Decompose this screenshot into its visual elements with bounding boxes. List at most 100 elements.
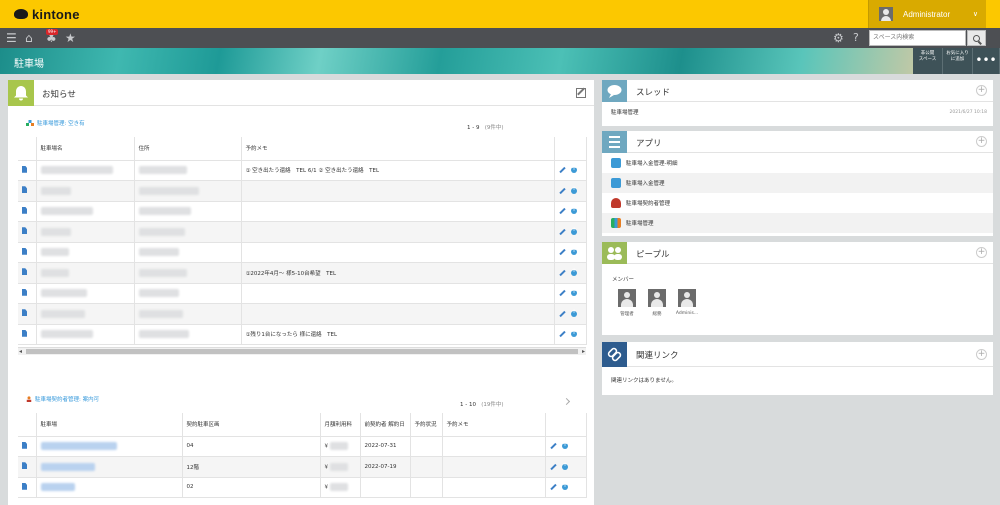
edit-icon[interactable] <box>549 463 557 470</box>
table-row[interactable] <box>18 201 587 222</box>
edit-icon[interactable] <box>558 207 566 215</box>
record-detail-icon[interactable] <box>22 268 27 276</box>
column-header[interactable]: 前契約者 解約日 <box>360 413 411 437</box>
app-item[interactable]: 駐車場管理 <box>602 213 993 233</box>
edit-icon[interactable] <box>558 289 566 297</box>
pager-range: 1 - 10 <box>460 402 476 408</box>
record-detail-icon[interactable] <box>22 247 27 255</box>
record-detail-icon[interactable] <box>22 309 27 317</box>
edit-icon[interactable] <box>576 88 586 98</box>
record-detail-icon[interactable] <box>22 288 27 296</box>
horizontal-scrollbar[interactable]: ◂ ▸ <box>18 347 586 355</box>
member-avatar[interactable]: 総務 <box>642 289 672 317</box>
home-icon[interactable]: ⌂ <box>25 31 33 45</box>
add-circle-icon[interactable] <box>570 226 577 235</box>
add-circle-icon[interactable] <box>570 165 577 173</box>
record-detail-icon[interactable] <box>22 186 27 194</box>
cell-parking-name <box>36 221 135 243</box>
column-header[interactable]: 駐車場名 <box>36 137 135 161</box>
edit-icon[interactable] <box>558 269 566 276</box>
related-links-empty: 関連リンクはありません。 <box>602 367 993 393</box>
table-row[interactable] <box>18 180 587 202</box>
add-icon[interactable]: + <box>976 247 987 258</box>
add-icon[interactable]: + <box>976 85 987 96</box>
redacted-link[interactable] <box>40 462 95 471</box>
add-icon[interactable]: + <box>976 349 987 360</box>
edit-icon[interactable] <box>549 483 557 491</box>
record-detail-icon[interactable] <box>22 329 27 337</box>
scroll-right-icon[interactable]: ▸ <box>582 348 585 355</box>
add-icon[interactable]: + <box>976 136 987 147</box>
record-detail-icon[interactable] <box>22 482 27 490</box>
kintone-logo[interactable]: kintone <box>14 6 80 22</box>
add-circle-icon[interactable] <box>570 247 577 255</box>
table-row[interactable]: ① 空き出たう還絡 TEL 6/1 ② 空き出たう還絡 TEL <box>18 160 587 181</box>
table-row[interactable]: 02 ¥ <box>18 477 587 498</box>
app-item[interactable]: 駐車場入金管理 <box>602 173 993 193</box>
add-favorite-button[interactable]: お気に入り に追加 <box>943 48 973 74</box>
add-circle-icon[interactable] <box>570 185 577 194</box>
record-detail-icon[interactable] <box>22 441 27 449</box>
app-item[interactable]: 駐車場契約者管理 <box>602 193 993 213</box>
menu-icon[interactable]: ☰ <box>6 31 17 45</box>
record-detail-icon[interactable] <box>22 206 27 214</box>
search-button[interactable] <box>967 30 986 46</box>
edit-icon[interactable] <box>558 330 566 338</box>
column-header[interactable]: 月額利用料 <box>320 413 361 437</box>
app-list-link-parking[interactable]: 駐車場管理: 空き有 <box>26 119 85 127</box>
member-avatar[interactable]: 管理者 <box>612 289 642 317</box>
add-circle-icon[interactable] <box>570 267 577 276</box>
scroll-thumb[interactable] <box>26 349 578 354</box>
logo-text: kintone <box>32 6 80 22</box>
add-circle-icon[interactable] <box>561 461 568 470</box>
scroll-left-icon[interactable]: ◂ <box>19 348 22 355</box>
app-list-link-contracts[interactable]: 駐車場契約者管理: 案内可 <box>26 395 99 403</box>
table-row[interactable]: ①2022年4月～ 様5-10台希望 TEL <box>18 262 587 284</box>
table-row[interactable] <box>18 283 587 304</box>
add-circle-icon[interactable] <box>570 206 577 214</box>
table-row[interactable] <box>18 242 587 263</box>
app-item[interactable]: 駐車場入金管理-明細 <box>602 153 993 173</box>
record-detail-icon[interactable] <box>22 227 27 235</box>
edit-icon[interactable] <box>558 166 566 174</box>
column-header[interactable]: 契約駐車区画 <box>182 413 321 437</box>
cell-parking[interactable] <box>36 456 183 478</box>
redacted-link[interactable] <box>40 483 75 492</box>
add-circle-icon[interactable] <box>570 288 577 296</box>
table-row[interactable]: 12階 ¥ 2022-07-19 <box>18 456 587 478</box>
add-circle-icon[interactable] <box>570 308 577 317</box>
column-header[interactable]: 予約メモ <box>442 413 546 437</box>
edit-icon[interactable] <box>558 248 566 256</box>
edit-icon[interactable] <box>558 310 566 317</box>
column-header[interactable]: 住所 <box>134 137 242 161</box>
help-icon[interactable]: ? <box>853 31 859 45</box>
column-header[interactable]: 駐車場 <box>36 413 183 437</box>
user-menu[interactable]: Administrator ∨ <box>868 0 986 28</box>
thread-item[interactable]: 駐車場管理 2021/6/27 10:18 <box>602 102 993 122</box>
private-space-button[interactable]: 非公開 スペース <box>913 48 943 74</box>
add-circle-icon[interactable] <box>561 482 568 490</box>
table-row[interactable]: ①残り1台になったら 様に還絡 TEL <box>18 324 587 345</box>
table-row[interactable] <box>18 221 587 243</box>
cell-parking[interactable] <box>36 477 183 498</box>
add-circle-icon[interactable] <box>561 441 568 449</box>
edit-icon[interactable] <box>558 187 566 194</box>
space-search-input[interactable] <box>869 30 966 46</box>
gear-icon[interactable]: ⚙ <box>833 31 844 45</box>
redacted-link[interactable] <box>40 442 117 451</box>
add-circle-icon[interactable] <box>570 329 577 337</box>
record-detail-icon[interactable] <box>22 462 27 470</box>
next-page-icon[interactable] <box>562 397 571 406</box>
thread-item-label[interactable]: 駐車場管理 <box>611 108 639 116</box>
member-avatar[interactable]: Adminis... <box>672 289 702 316</box>
more-options-button[interactable]: ••• <box>973 48 1000 74</box>
edit-icon[interactable] <box>558 228 566 235</box>
table-row[interactable] <box>18 303 587 325</box>
column-header[interactable]: 予約状況 <box>410 413 443 437</box>
edit-icon[interactable] <box>549 442 557 450</box>
star-icon[interactable]: ★ <box>65 31 76 45</box>
record-detail-icon[interactable] <box>22 165 27 173</box>
table-row[interactable]: 04 ¥ 2022-07-31 <box>18 436 587 457</box>
cell-parking[interactable] <box>36 436 183 457</box>
column-header[interactable]: 予約メモ <box>241 137 555 161</box>
